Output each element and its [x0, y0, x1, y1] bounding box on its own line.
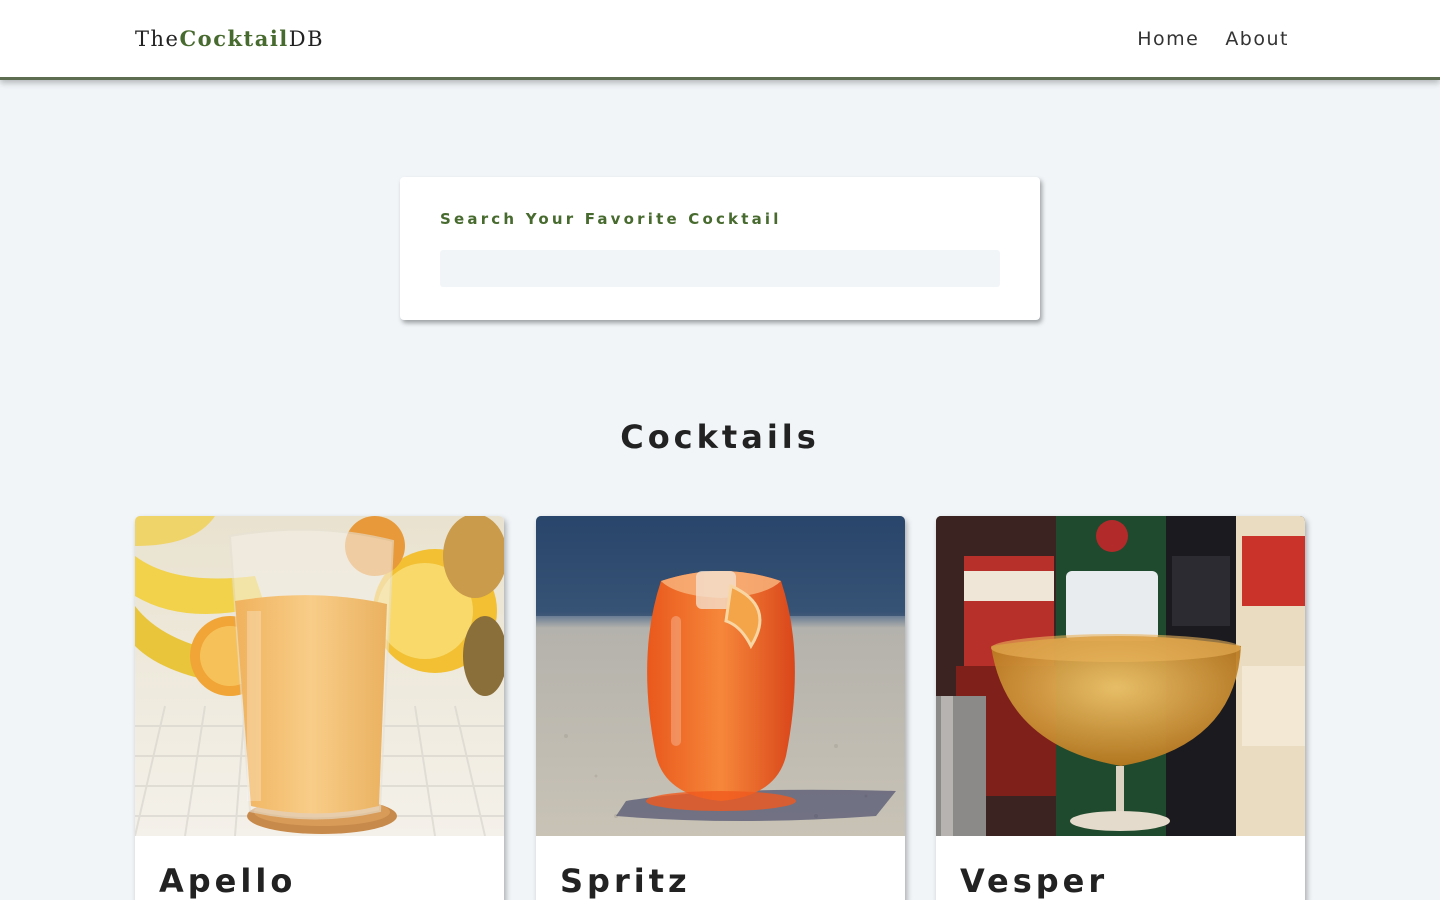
logo-suffix: DB	[288, 27, 325, 51]
cocktail-name: Apello	[159, 862, 297, 900]
site-logo[interactable]: The Cocktail DB	[135, 26, 324, 51]
navbar: The Cocktail DB Home About	[0, 0, 1440, 80]
nav-links: Home About	[1137, 28, 1289, 50]
section-title: Cocktails	[620, 418, 820, 456]
logo-middle: Cocktail	[179, 26, 289, 51]
cocktail-card-apello[interactable]: Apello	[135, 516, 504, 900]
search-label: Search Your Favorite Cocktail	[440, 210, 782, 228]
cocktail-card-vesper[interactable]: Vesper	[936, 516, 1305, 900]
logo-prefix: The	[135, 27, 180, 51]
cocktail-image-spritz	[536, 516, 905, 836]
cocktail-card-spritz[interactable]: Spritz	[536, 516, 905, 900]
cocktail-image-apello	[135, 516, 504, 836]
nav-link-home[interactable]: Home	[1137, 28, 1199, 50]
cocktail-image-vesper	[936, 516, 1305, 836]
nav-link-about[interactable]: About	[1225, 28, 1289, 50]
search-input[interactable]	[440, 250, 1000, 287]
cocktail-name: Spritz	[560, 862, 691, 900]
cocktail-name: Vesper	[960, 862, 1109, 900]
search-form: Search Your Favorite Cocktail	[400, 177, 1040, 320]
